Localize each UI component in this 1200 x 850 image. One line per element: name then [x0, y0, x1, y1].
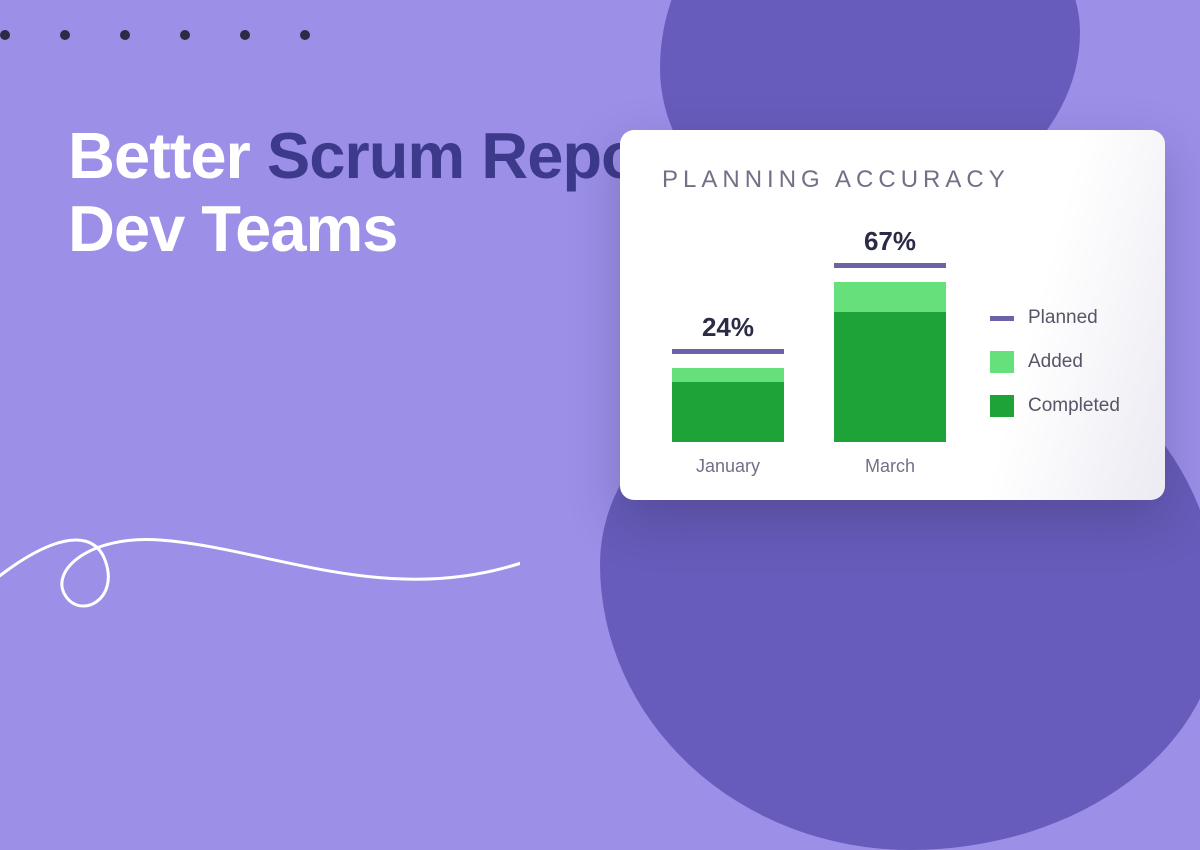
chart-card: PLANNING ACCURACY 24% January 67% Marc	[620, 130, 1165, 500]
bar-category-label: January	[696, 456, 760, 477]
bar-segment-completed	[834, 312, 946, 442]
chart-title: PLANNING ACCURACY	[662, 166, 1129, 194]
bar-segment-completed	[672, 382, 784, 442]
bar-segment-added	[672, 368, 784, 382]
planned-line-icon	[672, 349, 784, 354]
legend-label: Planned	[1028, 307, 1098, 329]
dot-icon	[60, 30, 70, 40]
legend-item-added: Added	[990, 351, 1120, 373]
bar-segment-added	[834, 282, 946, 312]
legend-swatch-icon	[990, 395, 1014, 417]
dot-icon	[300, 30, 310, 40]
legend-label: Completed	[1028, 395, 1120, 417]
legend-swatch-icon	[990, 351, 1014, 373]
legend-label: Added	[1028, 351, 1083, 373]
decorative-dots	[0, 30, 310, 40]
dot-icon	[180, 30, 190, 40]
legend-item-completed: Completed	[990, 395, 1120, 417]
legend-item-planned: Planned	[990, 307, 1120, 329]
dot-icon	[240, 30, 250, 40]
bar-percent-label: 67%	[864, 226, 916, 257]
planned-line-icon	[834, 263, 946, 268]
dot-icon	[0, 30, 10, 40]
chart-legend: Planned Added Completed	[990, 307, 1120, 477]
bars-area: 24% January 67% March	[662, 226, 946, 477]
bar-column-january: 24% January	[672, 312, 784, 477]
chart-body: 24% January 67% March	[662, 222, 1129, 477]
bar-percent-label: 24%	[702, 312, 754, 343]
bar-stack	[672, 368, 784, 442]
bar-column-march: 67% March	[834, 226, 946, 477]
headline-part1: Better	[68, 119, 267, 192]
legend-swatch-icon	[990, 316, 1014, 321]
dot-icon	[120, 30, 130, 40]
bar-stack	[834, 282, 946, 442]
bar-category-label: March	[865, 456, 915, 477]
squiggle-line-icon	[0, 420, 520, 640]
